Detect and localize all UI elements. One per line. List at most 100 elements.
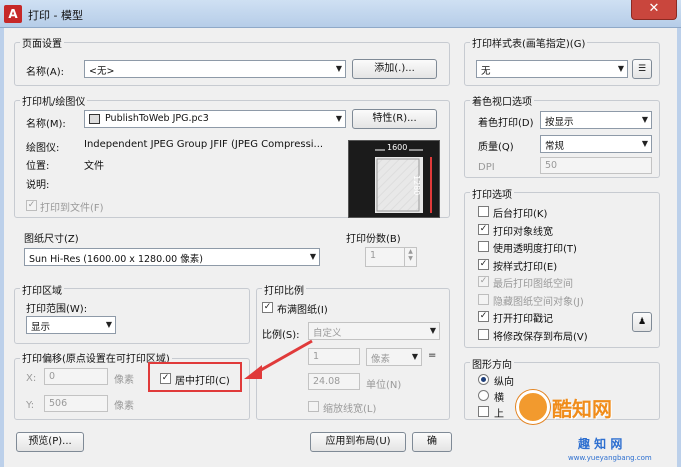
plot-option-checkbox[interactable]: ✓ [478,259,489,270]
where-value: 文件 [84,161,104,172]
copies-input[interactable]: 1 ▲ ▼ [365,247,417,267]
watermark-logo-icon [516,390,550,424]
plot-option-checkbox[interactable]: ✓ [478,276,489,287]
upside-down-checkbox[interactable] [478,406,489,417]
title-bar [0,0,681,28]
paper-preview: 1600 1280 [348,140,440,218]
plotter-title: 打印机/绘图仪 [20,93,88,108]
plotter-name-select[interactable]: PublishToWeb JPG.pc3 ▼ [84,110,346,128]
preview-height-value: 1280 [412,175,421,196]
add-page-setup-button[interactable]: 添加(.)... [352,59,437,79]
scale-equals-sign: = [428,350,437,361]
offset-x-unit: 像素 [114,375,134,386]
plot-option-checkbox[interactable] [478,206,489,217]
autocad-app-icon[interactable]: A [4,5,22,23]
chevron-down-icon: ▼ [105,320,112,329]
fit-to-paper-checkbox[interactable]: ✓ [262,302,273,313]
watermark-sub-text: 趣 知 网 [578,437,623,451]
plot-option-label: 打印对象线宽 [493,227,553,238]
shade-plot-select[interactable]: 按显示 ▼ [540,111,652,129]
landscape-label: 横 [494,393,504,404]
spinner-arrows-icon[interactable]: ▲ ▼ [404,248,416,266]
plot-option-label: 按样式打印(E) [493,262,558,273]
close-button[interactable]: ✕ [631,0,677,20]
quality-value: 常规 [545,141,565,152]
plot-option-label: 隐藏图纸空间对象(J) [493,297,584,308]
page-setup-name-select[interactable]: <无> ▼ [84,60,346,78]
chevron-down-icon: ▼ [429,326,436,335]
portrait-label: 纵向 [494,377,514,388]
paper-size-value: Sun Hi-Res (1600.00 x 1280.00 像素) [29,254,203,265]
plot-range-select[interactable]: 显示 ▼ [26,316,116,334]
edit-plot-style-button[interactable]: ☰ [632,59,652,79]
edit-list-icon: ☰ [637,64,647,74]
printer-icon [89,114,100,124]
plotter-name-value: PublishToWeb JPG.pc3 [105,113,209,124]
chevron-down-icon: ▼ [617,64,624,73]
paper-size-select[interactable]: Sun Hi-Res (1600.00 x 1280.00 像素) ▼ [24,248,320,266]
plot-style-value: 无 [481,66,491,77]
orientation-title: 图形方向 [470,356,514,371]
plot-option-checkbox[interactable] [478,294,489,305]
watermark-url: www.yueyangbang.com [568,454,652,462]
chevron-down-icon: ▼ [641,139,648,148]
chevron-down-icon: ▼ [335,114,342,123]
red-arrow-annotation [244,339,313,379]
apply-to-layout-button[interactable]: 应用到布局(U) [310,432,406,452]
chevron-down-icon: ▼ [411,352,418,361]
scale-value: 自定义 [313,328,342,339]
ok-button[interactable]: 确 [412,432,452,452]
offset-x-input[interactable]: 0 [44,368,108,385]
preview-button[interactable]: 预览(P)... [16,432,84,452]
plot-style-title: 打印样式表(画笔指定)(G) [470,35,588,50]
plot-range-value: 显示 [31,322,51,333]
shade-plot-label: 着色打印(D) [478,118,534,129]
plotter-label: 绘图仪: [26,143,60,154]
scale-unit-value: 像素 [371,354,391,365]
plot-option-checkbox[interactable] [478,241,489,252]
scale-lineweights-checkbox[interactable] [308,401,319,412]
offset-y-input[interactable]: 506 [44,395,108,412]
offset-y-unit: 像素 [114,401,134,412]
paper-size-title: 图纸尺寸(Z) [22,230,81,245]
shade-plot-value: 按显示 [545,117,574,128]
preview-width-value: 1600 [385,143,410,152]
plot-options-title: 打印选项 [470,186,514,201]
center-plot-checkbox[interactable]: ✓ [160,373,171,384]
plot-area-title: 打印区域 [20,282,64,297]
chevron-down-icon: ▼ [641,115,648,124]
plotter-value: Independent JPEG Group JFIF (JPEG Compre… [84,139,324,150]
dpi-label: DPI [478,162,495,173]
shaded-viewport-title: 着色视口选项 [470,93,534,108]
plot-option-checkbox[interactable]: ✓ [478,311,489,322]
stamp-icon: ♟ [637,317,647,327]
portrait-radio[interactable] [478,374,489,385]
paper-preview-drawing [375,149,432,213]
window-title: 打印 - 模型 [28,9,83,22]
plot-option-checkbox[interactable] [478,329,489,340]
landscape-radio[interactable] [478,390,489,401]
plot-style-select[interactable]: 无 ▼ [476,60,628,78]
plot-to-file-checkbox[interactable]: ✓ [26,200,37,211]
scale-unit-select[interactable]: 像素 ▼ [366,348,422,366]
plot-option-label: 最后打印图纸空间 [493,279,573,290]
page-setup-title: 页面设置 [20,35,64,50]
page-setup-name-value: <无> [89,66,115,77]
plot-option-label: 使用透明度打印(T) [493,244,577,255]
quality-label: 质量(Q) [478,142,514,153]
plot-option-label: 打开打印戳记 [493,314,553,325]
plot-option-label: 将修改保存到布局(V) [493,332,588,343]
description-label: 说明: [26,180,50,191]
offset-y-label: Y: [26,400,35,411]
plot-option-label: 后台打印(K) [493,209,548,220]
red-arrowhead [244,365,262,379]
page-setup-name-label: 名称(A): [26,67,65,78]
scale-select[interactable]: 自定义 ▼ [308,322,440,340]
plot-option-checkbox[interactable]: ✓ [478,224,489,235]
quality-select[interactable]: 常规 ▼ [540,135,652,153]
scale-unit-label: 单位(N) [366,380,402,391]
copies-value: 1 [370,250,377,261]
plot-stamp-settings-button[interactable]: ♟ [632,312,652,332]
plotter-properties-button[interactable]: 特性(R)... [352,109,437,129]
dpi-input[interactable]: 50 [540,157,652,174]
